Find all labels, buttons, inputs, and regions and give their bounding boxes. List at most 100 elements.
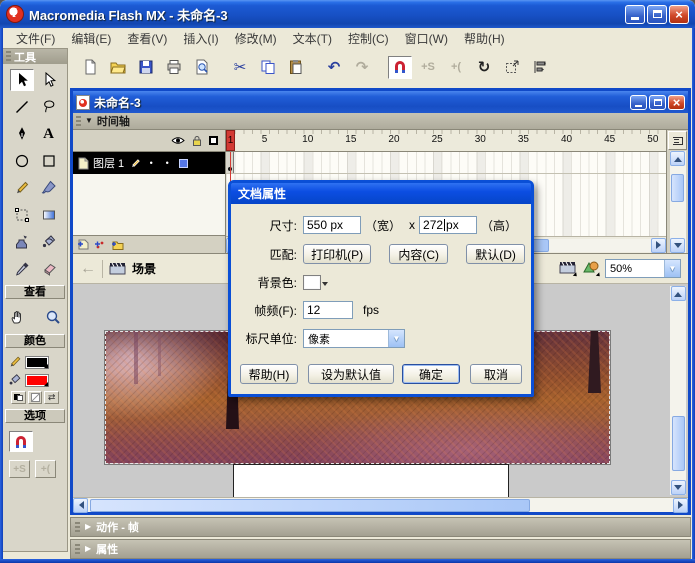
oval-tool[interactable]: [10, 150, 34, 172]
actions-panel-bar[interactable]: ▶ 动作 - 帧: [70, 517, 691, 537]
pen-tool[interactable]: [10, 123, 34, 145]
stage-vertical-scrollbar[interactable]: [670, 286, 686, 495]
app-titlebar[interactable]: Macromedia Flash MX - 未命名-3 ×: [0, 0, 695, 28]
add-folder-button[interactable]: [111, 238, 125, 251]
fill-transform-tool[interactable]: [37, 204, 61, 226]
match-default-button[interactable]: 默认(D): [466, 244, 525, 264]
scrollbar-thumb[interactable]: [671, 174, 684, 202]
add-motion-guide-button[interactable]: [94, 238, 107, 251]
frame-rate-input[interactable]: 12: [303, 301, 353, 319]
make-default-button[interactable]: 设为默认值: [308, 364, 394, 384]
paint-bucket-tool[interactable]: [37, 231, 61, 253]
ruler-units-select[interactable]: 像素 ▼: [303, 329, 405, 348]
rotate-button[interactable]: ↻: [472, 56, 496, 79]
scrollbar-thumb[interactable]: [90, 498, 530, 512]
align-button[interactable]: [528, 56, 552, 79]
add-layer-button[interactable]: [77, 238, 90, 251]
cancel-button[interactable]: 取消: [470, 364, 522, 384]
menu-item[interactable]: 控制(C): [340, 28, 397, 49]
text-tool[interactable]: A: [37, 123, 61, 145]
scroll-up-button[interactable]: [670, 151, 685, 166]
back-button[interactable]: ←: [80, 260, 96, 277]
document-titlebar[interactable]: 未命名-3 ×: [73, 91, 688, 113]
dialog-titlebar[interactable]: 文档属性: [231, 183, 531, 204]
minimize-button[interactable]: [625, 4, 645, 24]
layer-visibility-dot[interactable]: •: [145, 158, 157, 168]
ink-bottle-tool[interactable]: [10, 231, 34, 253]
line-tool[interactable]: [10, 96, 34, 118]
scroll-down-button[interactable]: [670, 480, 686, 495]
timeline-vertical-scrollbar[interactable]: [669, 151, 686, 253]
zoom-tool[interactable]: [41, 306, 65, 328]
edit-symbols-button[interactable]: [582, 260, 599, 277]
scroll-right-button[interactable]: [651, 237, 666, 253]
fill-color-swatch[interactable]: [25, 373, 49, 387]
open-button[interactable]: [106, 56, 130, 79]
ok-button[interactable]: 确定: [402, 364, 460, 384]
chevron-down-icon[interactable]: ▼: [388, 330, 404, 347]
outline-view-icon[interactable]: [209, 136, 218, 145]
smooth-option-button[interactable]: +S: [9, 460, 30, 478]
menu-item[interactable]: 编辑(E): [63, 28, 119, 49]
arrow-tool[interactable]: [9, 69, 34, 91]
match-printer-button[interactable]: 打印机(P): [303, 244, 372, 264]
save-button[interactable]: [134, 56, 158, 79]
menu-item[interactable]: 帮助(H): [456, 28, 513, 49]
doc-close-button[interactable]: ×: [668, 94, 685, 110]
lock-icon[interactable]: [192, 135, 202, 147]
timeline-panel-header[interactable]: ▼ 时间轴: [73, 113, 688, 130]
show-hide-eye-icon[interactable]: [171, 136, 185, 145]
menu-item[interactable]: 窗口(W): [397, 28, 456, 49]
default-colors-button[interactable]: [11, 391, 26, 404]
scroll-up-button[interactable]: [670, 286, 686, 301]
lasso-tool[interactable]: [37, 96, 61, 118]
print-button[interactable]: [162, 56, 186, 79]
frame-view-options-button[interactable]: [668, 131, 687, 150]
free-transform-tool[interactable]: [10, 204, 34, 226]
tools-panel-header[interactable]: 工具: [3, 49, 67, 64]
menu-item[interactable]: 文本(T): [285, 28, 340, 49]
frame-ruler[interactable]: 5 10 15 20 25 30 35 40 45 50 1: [226, 130, 666, 152]
hand-tool[interactable]: [5, 306, 29, 328]
brush-tool[interactable]: [37, 177, 61, 199]
menu-item[interactable]: 文件(F): [8, 28, 63, 49]
copy-button[interactable]: [256, 56, 280, 79]
stage-horizontal-scrollbar[interactable]: [73, 497, 688, 513]
help-button[interactable]: 帮助(H): [240, 364, 298, 384]
scrollbar-track[interactable]: [88, 498, 673, 512]
menu-item[interactable]: 修改(M): [227, 28, 285, 49]
properties-panel-bar[interactable]: ▶ 属性: [70, 539, 691, 559]
width-input[interactable]: 550 px: [303, 216, 361, 234]
rectangle-tool[interactable]: [37, 150, 61, 172]
stroke-color-swatch[interactable]: [25, 355, 49, 369]
smooth-button[interactable]: +S: [416, 56, 440, 79]
straighten-button[interactable]: +(: [444, 56, 468, 79]
zoom-level-combo[interactable]: 50% ▼: [605, 259, 681, 278]
menu-item[interactable]: 插入(I): [175, 28, 226, 49]
paste-button[interactable]: [284, 56, 308, 79]
eraser-tool[interactable]: [37, 258, 61, 280]
layer-lock-dot[interactable]: •: [161, 158, 173, 168]
match-contents-button[interactable]: 内容(C): [389, 244, 449, 264]
close-button[interactable]: ×: [669, 4, 689, 24]
scale-button[interactable]: [500, 56, 524, 79]
scrollbar-track[interactable]: [670, 166, 685, 238]
doc-maximize-button[interactable]: [649, 94, 666, 110]
scroll-down-button[interactable]: [670, 238, 685, 253]
layer-frame-row[interactable]: [226, 152, 666, 174]
new-button[interactable]: [78, 56, 102, 79]
eyedropper-tool[interactable]: [10, 258, 34, 280]
swap-colors-button[interactable]: ⇄: [44, 391, 60, 404]
straighten-option-button[interactable]: +(: [35, 460, 56, 478]
undo-button[interactable]: ↶: [322, 56, 346, 79]
height-input[interactable]: 272 px: [419, 216, 478, 234]
background-color-swatch[interactable]: [303, 275, 328, 290]
layer-outline-color-swatch[interactable]: [179, 158, 189, 168]
scrollbar-thumb[interactable]: [671, 416, 685, 471]
menu-item[interactable]: 查看(V): [119, 28, 175, 49]
print-preview-button[interactable]: [190, 56, 214, 79]
scrollbar-track[interactable]: [670, 301, 686, 480]
scroll-right-button[interactable]: [673, 497, 688, 513]
snap-option-button[interactable]: [9, 431, 33, 452]
layer-row[interactable]: 图层 1 • •: [73, 152, 225, 174]
